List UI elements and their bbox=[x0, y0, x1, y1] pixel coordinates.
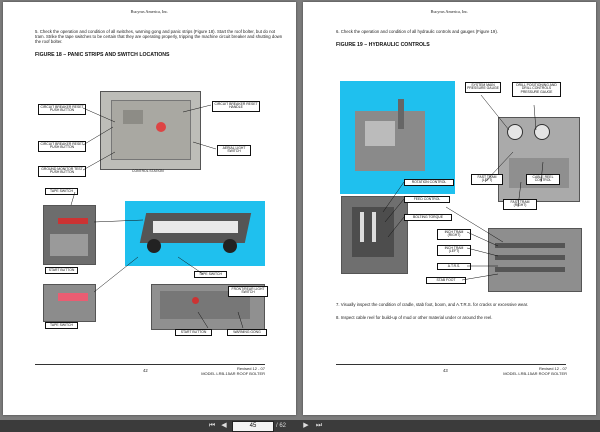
callout-leader-lines-right bbox=[382, 94, 544, 281]
pdf-viewer-toolbar: ⏮ ◀ 45 / 62 ▶ ⏭ bbox=[0, 420, 600, 432]
model-text: MODEL LRB-15AR ROOF BOLTER bbox=[503, 371, 567, 376]
footer-rule bbox=[336, 364, 566, 365]
footer-revised: Revised 12 - 07 MODEL LRB-15AR ROOF BOLT… bbox=[183, 366, 265, 376]
next-page-icon[interactable]: ▶ bbox=[300, 421, 312, 431]
document-page-left: Bucyrus America, Inc. 5. Check the opera… bbox=[3, 2, 296, 415]
callout-leader-lines-left bbox=[70, 104, 244, 329]
page-number: 43 bbox=[443, 368, 448, 373]
first-page-icon[interactable]: ⏮ bbox=[206, 421, 218, 431]
last-page-icon[interactable]: ⏭ bbox=[313, 421, 325, 431]
page-number-input[interactable]: 45 bbox=[232, 421, 274, 432]
page-number: 42 bbox=[143, 368, 148, 373]
document-page-right: Bucyrus America, Inc. 6. Check the opera… bbox=[303, 2, 596, 415]
footer-rule bbox=[35, 364, 265, 365]
step-7-text: 7. Visually inspect the condition of cra… bbox=[336, 302, 529, 307]
model-text: MODEL LRB-15AR ROOF BOLTER bbox=[201, 371, 265, 376]
page-count: / 62 bbox=[276, 423, 287, 429]
prev-page-icon[interactable]: ◀ bbox=[218, 421, 230, 431]
footer-revised: Revised 12 - 07 MODEL LRB-15AR ROOF BOLT… bbox=[481, 366, 567, 376]
step-8-text: 8. Inspect cable reel for build-up of mu… bbox=[336, 315, 493, 320]
